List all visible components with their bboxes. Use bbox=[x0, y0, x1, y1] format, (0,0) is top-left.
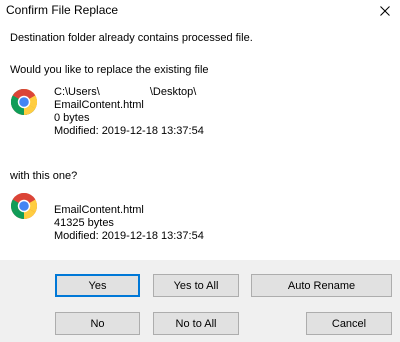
auto-rename-button[interactable]: Auto Rename bbox=[251, 274, 392, 297]
message-line-2: Would you like to replace the existing f… bbox=[10, 64, 209, 76]
title-bar[interactable]: Confirm File Replace bbox=[0, 0, 400, 22]
yes-to-all-button[interactable]: Yes to All bbox=[153, 274, 239, 297]
close-button[interactable] bbox=[370, 0, 400, 22]
message-line-1: Destination folder already contains proc… bbox=[10, 32, 253, 44]
close-icon bbox=[380, 6, 390, 16]
cancel-button[interactable]: Cancel bbox=[306, 312, 392, 335]
existing-file-modified: Modified: 2019-12-18 13:37:54 bbox=[54, 125, 204, 137]
redacted-username bbox=[99, 87, 150, 98]
existing-file-size: 0 bytes bbox=[54, 112, 90, 124]
existing-file-name: EmailContent.html bbox=[54, 99, 144, 111]
new-file-name: EmailContent.html bbox=[54, 204, 144, 216]
no-button[interactable]: No bbox=[55, 312, 140, 335]
new-file-size: 41325 bytes bbox=[54, 217, 114, 229]
dialog-content: Destination folder already contains proc… bbox=[0, 22, 400, 260]
confirm-file-replace-dialog: Confirm File Replace Destination folder … bbox=[0, 0, 400, 342]
new-file-modified: Modified: 2019-12-18 13:37:54 bbox=[54, 230, 204, 242]
chrome-icon bbox=[10, 89, 38, 116]
new-file-info: EmailContent.html 41325 bytes Modified: … bbox=[54, 204, 204, 243]
existing-file-info: C:\Users\ \Desktop\ EmailContent.html 0 b… bbox=[54, 86, 204, 138]
existing-file-path: C:\Users\ \Desktop\ bbox=[54, 86, 197, 98]
yes-button[interactable]: Yes bbox=[55, 274, 140, 297]
window-title: Confirm File Replace bbox=[6, 3, 119, 17]
button-panel: Yes Yes to All Auto Rename No No to All … bbox=[0, 260, 400, 342]
message-line-3: with this one? bbox=[10, 170, 78, 182]
no-to-all-button[interactable]: No to All bbox=[153, 312, 239, 335]
chrome-icon bbox=[10, 193, 38, 219]
